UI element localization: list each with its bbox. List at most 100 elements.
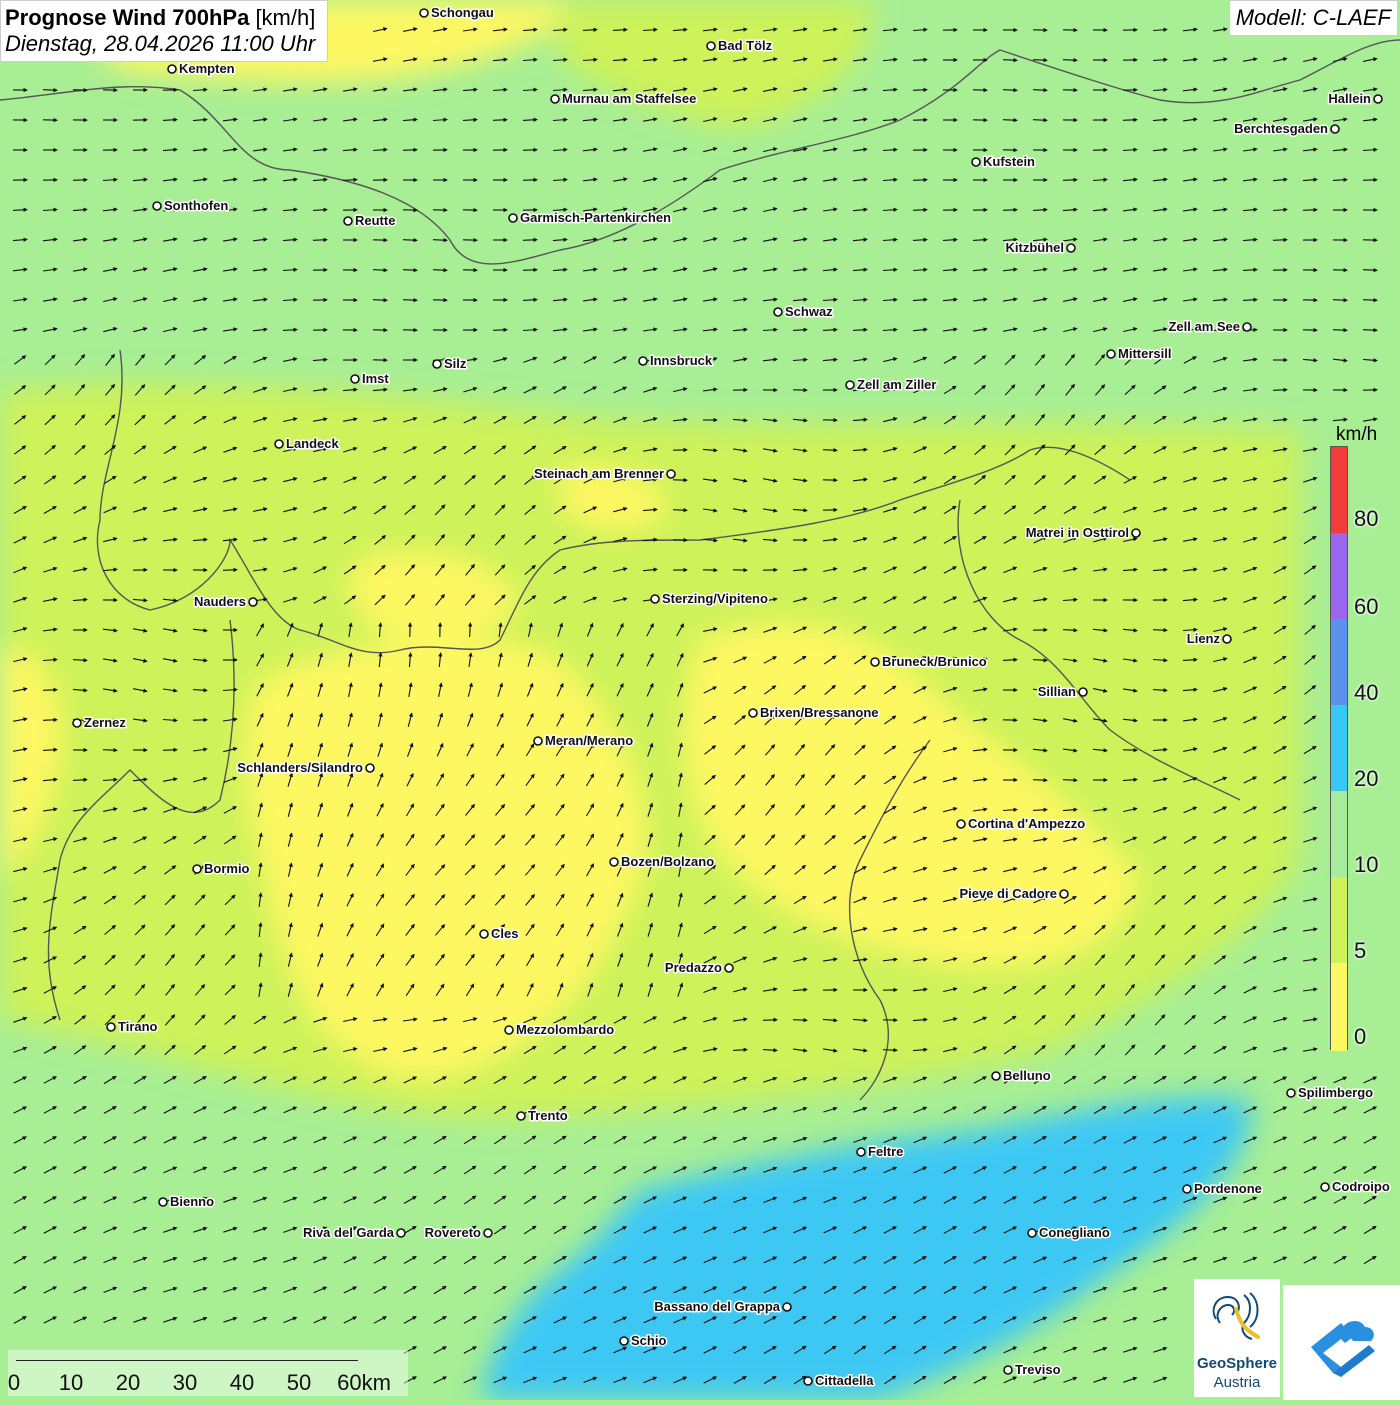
city-marker	[351, 375, 359, 383]
city-label: Nauders	[194, 594, 246, 609]
wind-arrow	[793, 1020, 807, 1021]
city-marker	[1331, 125, 1339, 133]
city-label: Schongau	[431, 5, 494, 20]
wind-arrow	[103, 750, 117, 751]
city-label: Tirano	[118, 1019, 158, 1034]
city-marker	[620, 1337, 628, 1345]
wind-arrow	[523, 240, 537, 241]
wind-arrow	[403, 300, 417, 301]
city-marker	[1060, 890, 1068, 898]
city-label: Sonthofen	[164, 198, 228, 213]
city-marker	[73, 719, 81, 727]
logo-sub: Austria	[1194, 1374, 1280, 1391]
city-marker	[420, 9, 428, 17]
wind-arrow	[1333, 330, 1347, 331]
wind-arrow	[913, 180, 927, 181]
city-label: Bormio	[204, 861, 250, 876]
city-marker	[1243, 323, 1251, 331]
city-label: Sillian	[1038, 684, 1076, 699]
city-marker	[433, 360, 441, 368]
legend-tick-10: 10	[1354, 852, 1378, 878]
scale-label: 40	[230, 1370, 254, 1396]
city-label: Sterzing/Vipiteno	[662, 591, 768, 606]
city-marker	[153, 202, 161, 210]
wind-arrow	[1123, 120, 1137, 121]
wind-arrow	[1063, 780, 1077, 781]
title-unit: [km/h]	[255, 5, 315, 30]
legend-unit: km/h	[1336, 424, 1377, 446]
city-label: Bruneck/Brunico	[882, 654, 987, 669]
city-marker	[168, 65, 176, 73]
city-label: Zell am See	[1168, 319, 1240, 334]
city-label: Hallein	[1328, 91, 1371, 106]
wind-arrow	[43, 690, 57, 691]
city-marker	[397, 1229, 405, 1237]
wind-arrow	[43, 90, 57, 91]
city-marker	[846, 381, 854, 389]
city-label: Bassano del Grappa	[654, 1299, 780, 1314]
wind-arrow	[1363, 180, 1377, 181]
city-marker	[107, 1023, 115, 1031]
city-label: Brixen/Bressanone	[760, 705, 879, 720]
city-marker	[725, 964, 733, 972]
city-marker	[1183, 1185, 1191, 1193]
city-label: Bad Tölz	[718, 38, 773, 53]
wind-arrow	[403, 150, 417, 151]
legend-tick-20: 20	[1354, 766, 1378, 792]
title-main: Prognose Wind 700hPa	[5, 5, 249, 30]
legend-swatch-0	[1331, 963, 1347, 1051]
wind-arrow	[163, 750, 177, 751]
city-marker	[1132, 529, 1140, 537]
legend-tick-40: 40	[1354, 680, 1378, 706]
wind-arrow	[883, 1050, 897, 1051]
city-label: Mezzolombardo	[516, 1022, 614, 1037]
scale-line	[16, 1360, 358, 1361]
wind-arrow	[73, 90, 87, 91]
city-label: Berchtesgaden	[1234, 121, 1328, 136]
city-label: Predazzo	[665, 960, 722, 975]
city-marker	[639, 357, 647, 365]
city-label: Garmisch-Partenkirchen	[520, 210, 671, 225]
wind-arrow	[1033, 90, 1047, 91]
city-label: Riva del Garda	[303, 1225, 395, 1240]
wind-arrow	[403, 240, 417, 241]
city-label: Treviso	[1015, 1362, 1061, 1377]
city-marker	[1028, 1229, 1036, 1237]
city-marker	[1004, 1366, 1012, 1374]
wind-arrow	[493, 120, 507, 121]
city-label: Zernez	[84, 715, 126, 730]
city-marker	[480, 930, 488, 938]
city-marker	[804, 1377, 812, 1385]
wind-arrow	[1003, 90, 1017, 91]
city-marker	[1287, 1089, 1295, 1097]
wind-map: SchongauBad TölzKemptenMurnau am Staffel…	[0, 0, 1400, 1400]
wind-arrow	[313, 240, 327, 241]
geosphere-logo-icon	[1194, 1279, 1280, 1355]
wind-arrow	[1303, 210, 1317, 211]
wind-arrow	[523, 180, 537, 181]
legend-swatch-60	[1331, 533, 1347, 619]
wind-arrow	[823, 450, 837, 451]
map-title: Prognose Wind 700hPa [km/h] Dienstag, 28…	[0, 0, 328, 62]
wind-arrow	[373, 300, 387, 301]
wind-arrow	[493, 330, 507, 331]
wind-arrow	[763, 1020, 777, 1021]
title-date: Dienstag, 28.04.2026 11:00 Uhr	[5, 31, 315, 57]
city-marker	[1067, 244, 1075, 252]
city-label: Zell am Ziller	[857, 377, 936, 392]
city-marker	[484, 1229, 492, 1237]
wind-arrow	[43, 720, 57, 721]
city-marker	[249, 598, 257, 606]
wind-arrow	[523, 150, 537, 151]
city-label: Pordenone	[1194, 1181, 1262, 1196]
city-label: Kitzbühel	[1006, 240, 1065, 255]
city-label: Kempten	[179, 61, 235, 76]
wind-arrow	[373, 270, 387, 271]
city-label: Spilimbergo	[1298, 1085, 1373, 1100]
logo-name: GeoSphere	[1194, 1355, 1280, 1372]
wind-arrow	[1363, 270, 1377, 271]
legend-swatch-10	[1331, 791, 1347, 877]
scale-label: 10	[59, 1370, 83, 1396]
city-label: Matrei in Osttirol	[1026, 525, 1129, 540]
wind-arrow	[1033, 780, 1047, 781]
